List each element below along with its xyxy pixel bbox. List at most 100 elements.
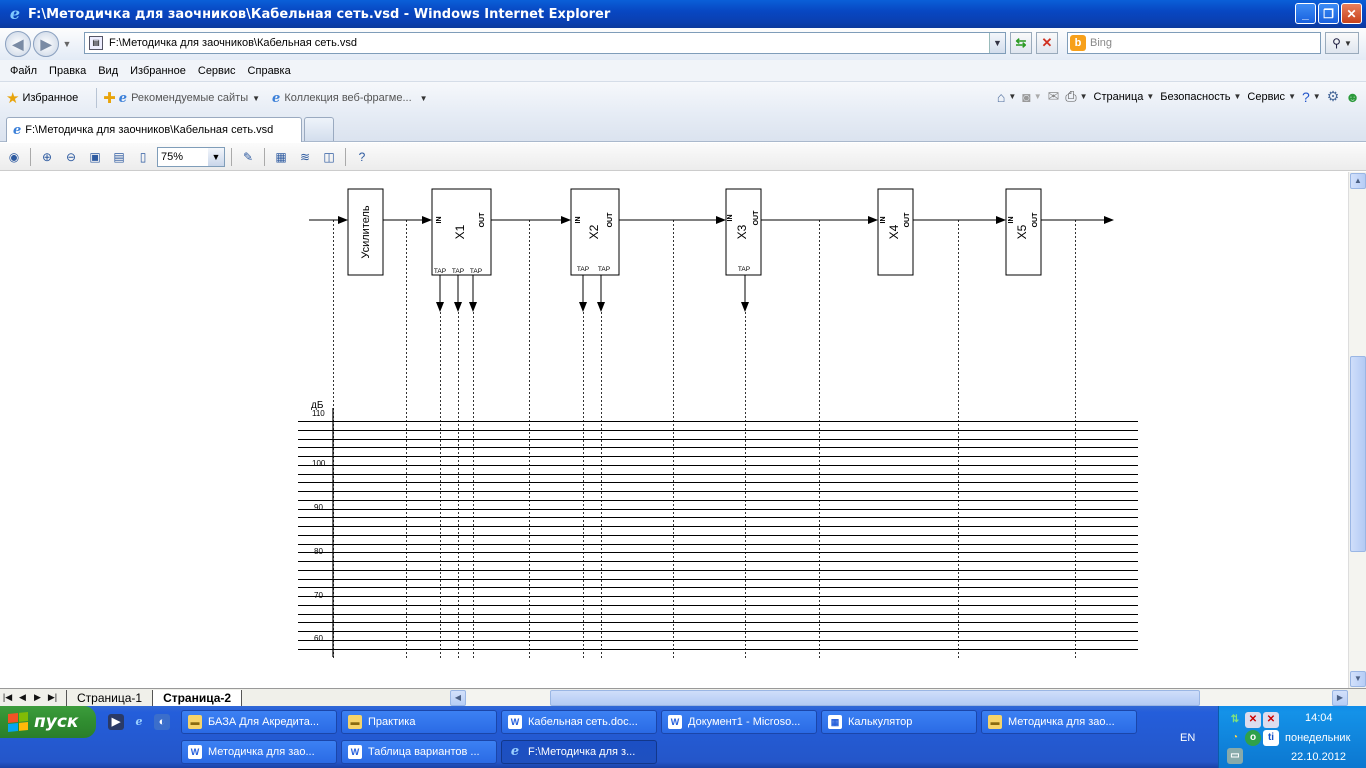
menu-favorites[interactable]: Избранное <box>124 65 192 77</box>
minimize-button[interactable]: _ <box>1295 3 1316 24</box>
menu-tools[interactable]: Сервис <box>192 65 242 77</box>
tab-active-document[interactable]: e F:\Методичка для заочников\Кабельная с… <box>6 117 302 142</box>
search-button[interactable]: ⚲ ▼ <box>1325 32 1359 54</box>
display-settings-icon[interactable]: ◫ <box>319 147 339 167</box>
maximize-button[interactable]: ❐ <box>1318 3 1339 24</box>
fit-width-icon[interactable]: ▣ <box>85 147 105 167</box>
task-ie-active[interactable]: e F:\Методичка для з... <box>501 740 657 764</box>
task-label: F:\Методичка для з... <box>528 746 636 758</box>
task-label: Методичка для зао... <box>1008 716 1115 728</box>
chevron-down-icon: ▼ <box>1288 92 1296 101</box>
safety-menu-button[interactable]: Безопасность ▼ <box>1160 91 1241 103</box>
monitor-icon[interactable]: ▭ <box>1227 748 1243 764</box>
scroll-right-icon[interactable]: ▶ <box>1332 690 1348 706</box>
ie-quicklaunch-icon[interactable]: e <box>131 714 147 730</box>
menu-help[interactable]: Справка <box>242 65 297 77</box>
media-player-icon[interactable]: ▶ <box>108 714 124 730</box>
safety-menu-label: Безопасность <box>1160 90 1231 103</box>
refresh-button[interactable]: ⇆ <box>1010 32 1032 54</box>
zoom-out-icon[interactable]: ⊖ <box>61 147 81 167</box>
address-input[interactable]: ▤ F:\Методичка для заочников\Кабельная с… <box>84 32 1006 54</box>
close-button[interactable]: ✕ <box>1341 3 1362 24</box>
language-indicator[interactable]: EN <box>1180 732 1195 744</box>
history-dropdown-icon[interactable]: ▼ <box>61 39 73 49</box>
scroll-up-icon[interactable]: ▲ <box>1350 173 1366 189</box>
next-page-icon[interactable]: ▶ <box>30 692 45 703</box>
go-to-page-icon[interactable]: ◉ <box>4 147 24 167</box>
chevron-down-icon: ▼ <box>1233 92 1242 101</box>
device-x3-in-label: IN <box>727 215 734 222</box>
scroll-left-icon[interactable]: ◀ <box>450 690 466 706</box>
clock-time[interactable]: 14:04 <box>1305 712 1333 724</box>
first-page-icon[interactable]: |◀ <box>0 692 15 703</box>
device-x5-out-label: OUT <box>1032 212 1039 228</box>
menu-edit[interactable]: Правка <box>43 65 92 77</box>
horizontal-scroll-thumb[interactable] <box>550 690 1200 706</box>
show-desktop-icon[interactable]: ◐ <box>154 714 170 730</box>
address-dropdown-icon[interactable]: ▼ <box>989 33 1005 53</box>
home-icon: ⌂ <box>996 88 1006 105</box>
task-calculator[interactable]: ▦ Калькулятор <box>821 710 977 734</box>
forward-button[interactable]: ▶ <box>33 31 59 57</box>
start-button[interactable]: пуск <box>0 706 96 738</box>
task-tablica[interactable]: W Таблица вариантов ... <box>341 740 497 764</box>
back-button[interactable]: ◀ <box>5 31 31 57</box>
print-button[interactable]: ⎙ ▼ <box>1065 88 1087 105</box>
favorites-button[interactable]: ★ Избранное <box>6 89 78 107</box>
page-tab-bar: |◀ ◀ ▶ ▶| Страница-1 Страница-2 ◀ ▶ <box>0 688 1366 706</box>
word-icon: W <box>188 745 202 759</box>
properties-icon[interactable]: ▦ <box>271 147 291 167</box>
new-tab-button[interactable] <box>304 117 334 141</box>
pan-zoom-icon[interactable]: ✎ <box>238 147 258 167</box>
stop-button[interactable]: ✕ <box>1036 32 1058 54</box>
previous-page-icon[interactable]: ◀ <box>15 692 30 703</box>
page-menu-button[interactable]: Страница ▼ <box>1094 91 1155 103</box>
home-button[interactable]: ⌂ ▼ <box>997 89 1016 105</box>
task-document1[interactable]: W Документ1 - Microso... <box>661 710 817 734</box>
web-slice-gallery-label: Коллекция веб-фрагме... <box>284 92 412 104</box>
help-button[interactable]: ? ▼ <box>1302 89 1321 105</box>
network-disconnected-icon[interactable]: ✕ <box>1245 712 1261 728</box>
web-slice-gallery-link[interactable]: e Коллекция веб-фрагме... ▼ <box>272 91 428 106</box>
scroll-down-icon[interactable]: ▼ <box>1350 671 1366 687</box>
help-icon[interactable]: ? <box>352 147 372 167</box>
menu-bar: Файл Правка Вид Избранное Сервис Справка <box>0 60 1366 82</box>
task-label: БАЗА Для Акредита... <box>208 716 320 728</box>
research-button[interactable]: ⚙ <box>1327 88 1340 105</box>
layers-icon[interactable]: ≋ <box>295 147 315 167</box>
drawing-canvas[interactable]: Усилитель X1 IN OUT TAP TAP TAP X2 IN OU… <box>0 172 1348 688</box>
task-kabelnaya-doc[interactable]: W Кабельная сеть.doc... <box>501 710 657 734</box>
read-mail-button[interactable]: ✉ <box>1048 88 1060 105</box>
messenger-button[interactable]: ☻ <box>1345 89 1360 105</box>
fit-page-icon[interactable]: ▤ <box>109 147 129 167</box>
device-x1-tap-label: TAP <box>470 268 482 275</box>
task-baza[interactable]: ▬ БАЗА Для Акредита... <box>181 710 337 734</box>
start-label: пуск <box>34 712 79 732</box>
search-input[interactable]: b Bing <box>1067 32 1321 54</box>
horizontal-scrollbar[interactable]: ◀ ▶ <box>450 690 1348 706</box>
suggested-sites-link[interactable]: e Рекомендуемые сайты ▼ <box>119 91 260 106</box>
tools-menu-button[interactable]: Сервис ▼ <box>1247 91 1296 103</box>
task-metodichka-doc[interactable]: W Методичка для зао... <box>181 740 337 764</box>
volume-icon[interactable]: ◔ <box>1227 730 1243 746</box>
task-praktika[interactable]: ▬ Практика <box>341 710 497 734</box>
menu-view[interactable]: Вид <box>92 65 124 77</box>
feeds-button[interactable]: ◙ ▼ <box>1022 89 1041 105</box>
add-favorite-icon[interactable]: ✚ <box>103 89 116 107</box>
vertical-scroll-thumb[interactable] <box>1350 356 1366 552</box>
window-title-bar: e F:\Методичка для заочников\Кабельная с… <box>0 0 1366 28</box>
vertical-scrollbar[interactable]: ▲ ▼ <box>1348 172 1366 688</box>
menu-file[interactable]: Файл <box>4 65 43 77</box>
page-tab-1[interactable]: Страница-1 <box>66 689 154 706</box>
level-tick-110: 110 <box>312 409 325 418</box>
network-disconnected-icon[interactable]: ✕ <box>1263 712 1279 728</box>
network-icon[interactable]: ⇅ <box>1227 712 1243 728</box>
page-tab-2[interactable]: Страница-2 <box>153 689 243 706</box>
zoom-select[interactable]: 75% ▼ <box>157 146 225 167</box>
ti-icon[interactable]: ti <box>1263 730 1279 746</box>
last-page-icon[interactable]: ▶| <box>45 692 60 703</box>
antivirus-icon[interactable]: o <box>1245 730 1261 746</box>
actual-size-icon[interactable]: ▯ <box>133 147 153 167</box>
zoom-in-icon[interactable]: ⊕ <box>37 147 57 167</box>
task-metodichka-folder[interactable]: ▬ Методичка для зао... <box>981 710 1137 734</box>
